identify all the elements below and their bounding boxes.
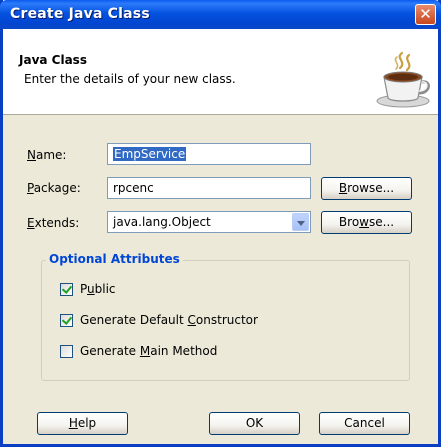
close-button[interactable]: ✕ [415,4,436,25]
extends-combo[interactable]: java.lang.Object [107,211,311,233]
package-label: Package: [27,181,81,195]
header-title: Java Class [19,53,87,67]
name-label: Name: [27,148,67,162]
public-label: Public [80,282,116,296]
package-field[interactable]: rpcenc [107,177,311,199]
browse-package-button[interactable]: Browse... [321,177,412,200]
package-value: rpcenc [113,181,154,195]
dialog-header: Java Class Enter the details of your new… [3,29,438,115]
java-coffee-cup-icon [376,51,430,108]
ok-button[interactable]: OK [209,412,300,435]
close-icon: ✕ [419,5,432,23]
public-checkbox[interactable] [60,283,73,296]
browse-extends-button[interactable]: Browse... [321,211,412,234]
default-constructor-label: Generate Default Constructor [80,313,258,327]
title-bar[interactable]: Create Java Class ✕ [0,0,441,29]
extends-value: java.lang.Object [113,215,211,229]
create-java-class-dialog: Create Java Class ✕ Java Class Enter the… [0,0,441,447]
cancel-button[interactable]: Cancel [319,412,410,435]
optional-attributes-title: Optional Attributes [46,252,183,266]
name-field[interactable]: EmpService [107,143,311,165]
help-button[interactable]: Help [37,412,128,435]
main-method-label: Generate Main Method [80,344,218,358]
window-title: Create Java Class [10,6,150,22]
extends-label: Extends: [27,216,80,230]
header-description: Enter the details of your new class. [24,72,236,86]
chevron-down-icon[interactable] [292,213,309,231]
name-value: EmpService [113,147,187,161]
default-constructor-checkbox[interactable] [60,314,73,327]
main-method-checkbox[interactable] [60,345,73,358]
optional-attributes-group: Optional Attributes Public Generate Defa… [41,252,410,381]
